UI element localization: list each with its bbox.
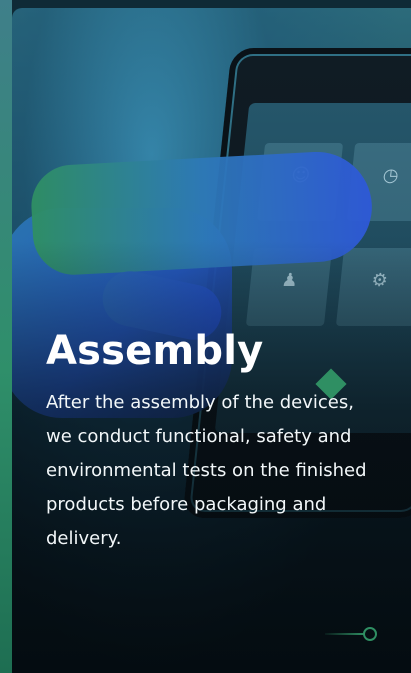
card-description: After the assembly of the devices, we co… xyxy=(46,392,367,549)
card-content: Assembly After the assembly of the devic… xyxy=(46,330,386,556)
slide-indicator-icon[interactable] xyxy=(325,625,377,643)
indicator-dot xyxy=(363,627,377,641)
card-title: Assembly xyxy=(46,328,264,374)
feature-card: ☺ ◷ ♟ ⚙ Assembly After the assembly of t… xyxy=(0,0,411,673)
indicator-line xyxy=(325,633,365,635)
accent-strip xyxy=(0,0,12,673)
